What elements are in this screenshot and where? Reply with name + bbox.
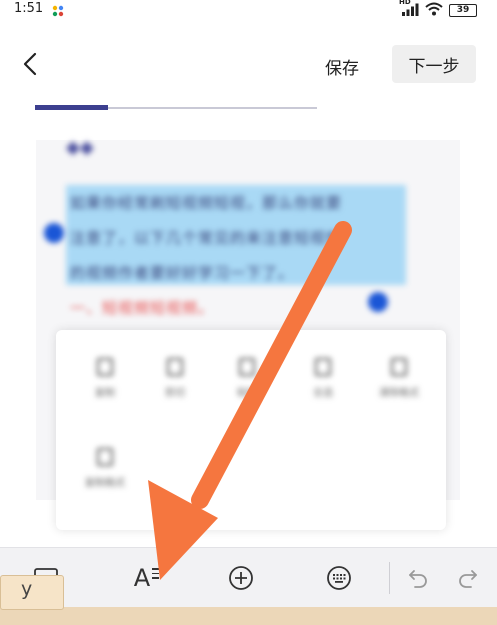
menu-item-label: 清除格式 <box>379 388 419 399</box>
menu-item-label: 剪切 <box>165 388 185 399</box>
signal-icon: HD <box>399 0 419 20</box>
status-time: 1:51 <box>14 1 44 16</box>
paragraph-line: 注意了，以下几个常见的来注意短视频 <box>70 229 343 247</box>
menu-item-copy[interactable]: 复制 <box>70 358 140 418</box>
format-glyph-letter: A <box>133 564 151 592</box>
next-step-button[interactable]: 下一步 <box>392 45 476 83</box>
top-bar: 保存 下一步 <box>0 40 497 90</box>
add-circle-icon <box>229 566 253 590</box>
keyboard-toggle-button[interactable] <box>321 560 357 596</box>
redo-icon <box>459 570 477 588</box>
menu-item-cut[interactable]: 剪切 <box>140 358 210 418</box>
soft-keyboard[interactable] <box>0 607 497 625</box>
link-icon <box>391 358 407 376</box>
undo-button[interactable] <box>400 560 436 596</box>
text-format-button[interactable]: A <box>124 560 160 596</box>
select-all-icon <box>315 358 331 376</box>
menu-item-copy-format[interactable]: 复制格式 <box>70 448 140 508</box>
wifi-icon <box>425 1 443 20</box>
text-format-icon: A <box>133 564 160 592</box>
menu-item-select-all[interactable]: 全选 <box>288 358 358 418</box>
app-dots-icon <box>52 2 64 21</box>
progress-bar <box>35 105 317 110</box>
ime-candidate-key[interactable]: y <box>0 575 64 610</box>
ime-candidate-text: y <box>21 578 33 600</box>
chevron-left-icon <box>23 52 37 76</box>
paragraph-line: 的视频作者要好好学习一下了。 <box>70 264 295 282</box>
copy-icon <box>97 358 113 376</box>
progress-fill <box>35 105 109 110</box>
back-button[interactable] <box>18 50 42 78</box>
section-heading: ◆◆ <box>66 137 94 158</box>
cut-icon <box>167 358 183 376</box>
menu-item-label: 全选 <box>313 388 333 399</box>
menu-item-label: 粘贴 <box>237 388 257 399</box>
menu-item-paste[interactable]: 粘贴 <box>212 358 282 418</box>
network-label: HD <box>399 0 411 6</box>
undo-icon <box>409 570 427 588</box>
status-bar: 1:51 HD 39 <box>0 0 497 20</box>
selection-start-handle[interactable] <box>44 223 64 243</box>
context-menu: 复制 剪切 粘贴 全选 清除格式 复制格式 <box>56 330 446 530</box>
toolbar-divider <box>389 562 390 594</box>
menu-item-clear-format[interactable]: 清除格式 <box>364 358 434 418</box>
editor-screen: 1:51 HD 39 保存 下一步 ◆◆ 如果你经常刷短视频短视，那么你就要 注… <box>0 0 497 625</box>
status-icons: HD 39 <box>399 0 477 20</box>
selection-end-handle[interactable] <box>368 292 388 312</box>
menu-item-label: 复制 <box>95 388 115 399</box>
menu-item-label: 复制格式 <box>85 478 125 489</box>
format-lines <box>152 568 160 582</box>
battery-icon: 39 <box>449 4 477 17</box>
add-content-button[interactable] <box>223 560 259 596</box>
paste-icon <box>239 358 255 376</box>
save-button[interactable]: 保存 <box>325 54 359 79</box>
editor-toolbar: A <box>0 547 497 607</box>
keyboard-icon <box>327 566 351 590</box>
redo-button[interactable] <box>450 560 486 596</box>
format-brush-icon <box>97 448 113 466</box>
red-subheading: 一、短视频短视频。 <box>70 299 215 317</box>
paragraph-line: 如果你经常刷短视频短视，那么你就要 <box>70 194 343 212</box>
